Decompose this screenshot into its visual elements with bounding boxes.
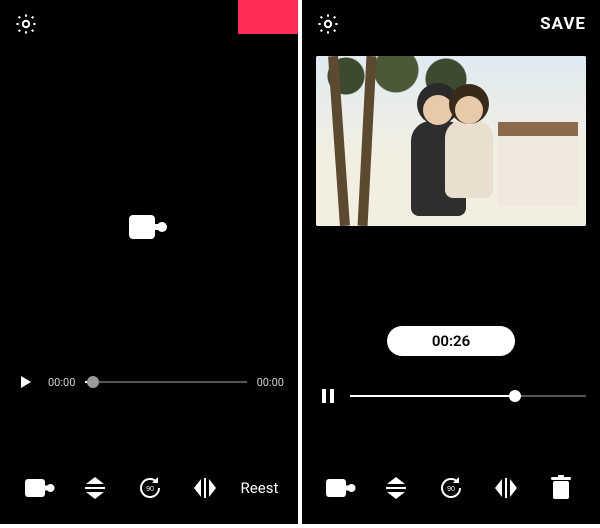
svg-text:90: 90 <box>447 486 455 493</box>
duration-time: 00:00 <box>257 376 284 389</box>
seek-bar <box>302 384 600 408</box>
preview-area <box>0 70 298 384</box>
editor-pane-video: SAVE 00:26 <box>302 0 600 524</box>
flip-vertical-icon <box>383 475 409 501</box>
top-bar <box>0 0 298 48</box>
flip-horizontal-button[interactable] <box>185 468 225 508</box>
seek-track[interactable] <box>350 384 586 408</box>
play-button[interactable] <box>14 370 38 394</box>
editor-pane-empty: 00:00 00:00 <box>0 0 298 524</box>
seek-fill <box>350 395 515 397</box>
bottom-toolbar: 90 <box>302 468 600 508</box>
settings-button[interactable] <box>312 8 344 40</box>
flip-vertical-button[interactable] <box>376 468 416 508</box>
camera-icon <box>326 477 356 499</box>
seek-thumb[interactable] <box>87 376 99 388</box>
seek-track[interactable] <box>85 370 246 394</box>
pause-icon <box>321 388 335 404</box>
rotate-icon: 90 <box>136 474 164 502</box>
video-preview[interactable] <box>316 56 586 226</box>
camera-button[interactable] <box>20 468 60 508</box>
flip-horizontal-icon <box>493 475 519 501</box>
save-button[interactable]: SAVE <box>536 10 590 38</box>
top-bar: SAVE <box>302 0 600 48</box>
camera-placeholder[interactable] <box>129 213 169 241</box>
seek-track-line <box>85 381 246 383</box>
preview-area <box>302 56 600 256</box>
flip-horizontal-button[interactable] <box>486 468 526 508</box>
play-icon <box>19 375 33 389</box>
settings-button[interactable] <box>10 8 42 40</box>
seek-thumb[interactable] <box>509 390 521 402</box>
flip-horizontal-icon <box>192 475 218 501</box>
reset-button[interactable]: Reest <box>241 479 279 497</box>
gear-icon <box>14 12 38 36</box>
trash-icon <box>550 475 572 501</box>
bottom-toolbar: 90 Reest <box>0 468 298 508</box>
pause-button[interactable] <box>316 384 340 408</box>
camera-button[interactable] <box>321 468 361 508</box>
elapsed-pill: 00:26 <box>387 326 515 356</box>
flip-vertical-icon <box>82 475 108 501</box>
camera-icon <box>129 213 169 241</box>
rotate-button[interactable]: 90 <box>431 468 471 508</box>
seek-bar: 00:00 00:00 <box>0 370 298 394</box>
delete-button[interactable] <box>541 468 581 508</box>
rotate-button[interactable]: 90 <box>130 468 170 508</box>
current-time: 00:00 <box>48 376 75 389</box>
flip-vertical-button[interactable] <box>75 468 115 508</box>
rotate-icon: 90 <box>437 474 465 502</box>
gear-icon <box>316 12 340 36</box>
camera-icon <box>25 477 55 499</box>
record-button[interactable] <box>238 0 298 34</box>
svg-text:90: 90 <box>146 486 154 493</box>
